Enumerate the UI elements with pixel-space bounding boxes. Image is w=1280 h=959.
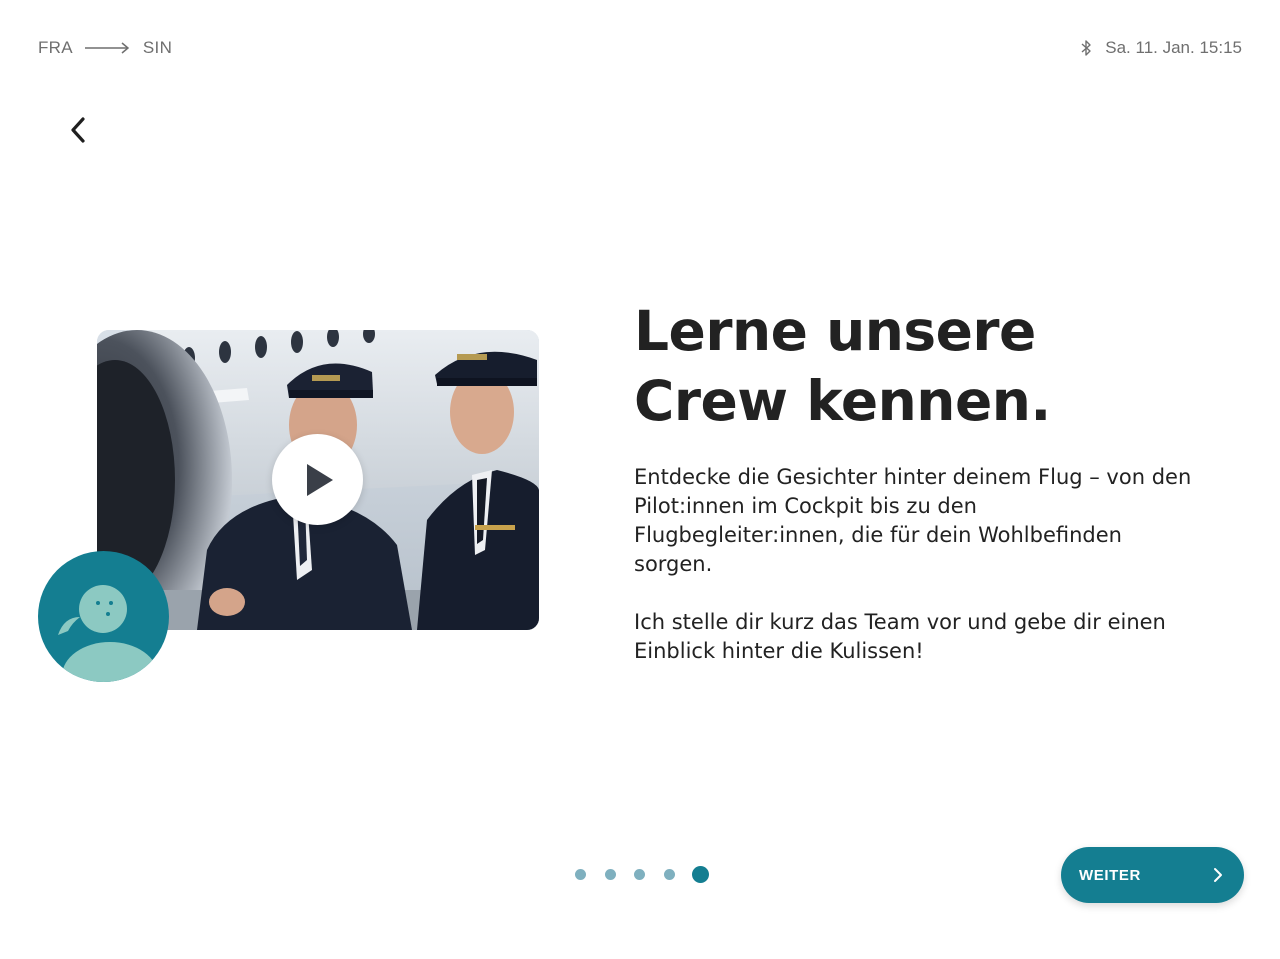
page-dot[interactable] (575, 869, 586, 880)
page-title: Lerne unsere Crew kennen. (634, 296, 1194, 436)
page-dot[interactable] (634, 869, 645, 880)
play-button[interactable] (272, 434, 363, 525)
next-button[interactable]: WEITER (1061, 847, 1244, 903)
page-dot-active[interactable] (692, 866, 709, 883)
bluetooth-icon (1081, 40, 1091, 56)
origin-code: FRA (38, 38, 73, 57)
assistant-avatar-icon (58, 585, 158, 682)
back-button[interactable] (60, 110, 96, 150)
date-time: Sa. 11. Jan. 15:15 (1105, 38, 1242, 57)
chevron-left-icon (71, 117, 85, 143)
intro-paragraph: Entdecke die Gesichter hinter deinem Flu… (634, 465, 1192, 576)
play-icon (306, 463, 333, 496)
next-button-label: WEITER (1079, 866, 1141, 884)
destination-code: SIN (142, 38, 173, 57)
assistant-avatar (38, 551, 169, 682)
title-line-1: Lerne unsere (634, 299, 1036, 363)
page-indicator (575, 866, 709, 883)
team-paragraph: Ich stelle dir kurz das Team vor und geb… (634, 610, 1166, 663)
crew-video-thumbnail[interactable] (97, 330, 539, 630)
chevron-right-icon (1214, 868, 1222, 882)
status-bar: Sa. 11. Jan. 15:15 (1079, 38, 1242, 58)
flight-route: FRA SIN (38, 38, 172, 58)
arrow-right-icon (84, 42, 130, 54)
page-dot[interactable] (605, 869, 616, 880)
page-dot[interactable] (664, 869, 675, 880)
title-line-2: Crew kennen. (634, 369, 1051, 433)
